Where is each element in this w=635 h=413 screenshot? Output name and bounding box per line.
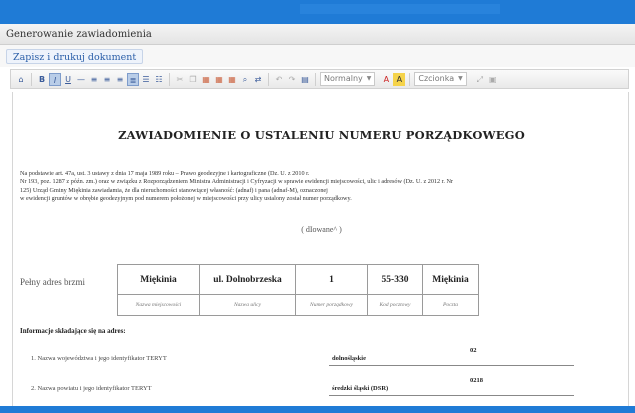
replace-icon[interactable]: ⇄ xyxy=(252,73,264,86)
redo-icon[interactable]: ↷ xyxy=(286,73,298,86)
editor-toolbar: ⌂ B I U — ≡ ≡ ≡ ≣ ☰ ☷ ✂ ❐ ▦ ▦ ▦ ⌕ ⇄ ↶ ↷ … xyxy=(10,69,629,89)
caption-number: Numer porządkowy xyxy=(295,294,368,316)
bg-color-icon[interactable]: A xyxy=(393,72,406,86)
address-table: Miękinia ul. Dolnobrzeska 1 55-330 Mięki… xyxy=(117,264,479,316)
address-cell-post-office: Miękinia xyxy=(422,264,479,295)
address-cell-street: ul. Dolnobrzeska xyxy=(199,264,296,295)
info-row: 2. Nazwa powiatu i jego identyfikator TE… xyxy=(13,377,628,401)
chevron-down-icon: ▼ xyxy=(366,75,372,82)
paste-text-icon[interactable]: ▦ xyxy=(213,73,225,86)
document-editor-area[interactable]: ZAWIADOMIENIE O USTALENIU NUMERU PORZĄDK… xyxy=(12,92,629,413)
paste-icon[interactable]: ▦ xyxy=(200,73,212,86)
toolbar-separator xyxy=(315,72,316,86)
address-cell-locality: Miękinia xyxy=(117,264,200,295)
numbered-list-icon[interactable]: ☰ xyxy=(140,73,152,86)
maximize-icon[interactable]: ⤢ xyxy=(474,73,486,86)
caption-locality: Nazwa miejscowości xyxy=(117,294,200,316)
italic-icon[interactable]: I xyxy=(49,72,61,86)
address-cell-number: 1 xyxy=(295,264,368,295)
legal-line: w ewidencji gruntów w obrębie geodezyjny… xyxy=(20,195,352,203)
font-select-value: Czcionka xyxy=(418,74,455,83)
paste-word-icon[interactable]: ▦ xyxy=(226,73,238,86)
info-row-label: 1. Nazwa województwa i jego identyfikato… xyxy=(31,355,167,362)
bullet-list-icon[interactable]: ☷ xyxy=(153,73,165,86)
toolbar-separator xyxy=(169,72,170,86)
toolbar-separator xyxy=(31,72,32,86)
align-center-icon[interactable]: ≡ xyxy=(101,73,113,86)
save-print-button[interactable]: Zapisz i drukuj dokument xyxy=(6,49,144,64)
align-right-icon[interactable]: ≡ xyxy=(114,73,126,86)
legal-line: Na podstawie art. 47a, ust. 3 ustawy z d… xyxy=(20,170,310,177)
cut-icon[interactable]: ✂ xyxy=(174,73,186,86)
top-accent-bar xyxy=(0,0,635,24)
caption-street: Nazwa ulicy xyxy=(199,294,296,316)
address-captions-row: Nazwa miejscowości Nazwa ulicy Numer por… xyxy=(117,294,479,316)
strike-icon[interactable]: — xyxy=(75,73,87,86)
find-icon[interactable]: ⌕ xyxy=(239,73,251,86)
address-values-row: Miękinia ul. Dolnobrzeska 1 55-330 Mięki… xyxy=(117,264,479,295)
font-select[interactable]: Czcionka ▼ xyxy=(414,72,467,86)
info-row-label: 2. Nazwa powiatu i jego identyfikator TE… xyxy=(31,385,152,392)
info-row-underline xyxy=(329,395,574,396)
bold-icon[interactable]: B xyxy=(36,73,48,86)
toolbar-separator xyxy=(268,72,269,86)
text-color-icon[interactable]: A xyxy=(380,73,392,86)
legal-line: 125) Urząd Gminy Miękinia zawiadamia, że… xyxy=(20,186,328,194)
document-title: ZAWIADOMIENIE O USTALENIU NUMERU PORZĄDK… xyxy=(118,128,525,142)
top-bar-highlight xyxy=(300,4,500,14)
address-info-heading: Informacje składające się na adres: xyxy=(20,327,126,335)
info-row-value: średzki śląski (DSR) xyxy=(332,385,389,392)
format-select[interactable]: Normalny ▼ xyxy=(320,72,376,86)
info-row-code: 0218 xyxy=(470,377,483,384)
full-address-label: Pełny adres brzmi xyxy=(20,277,85,287)
panel-title: Generowanie zawiadomienia xyxy=(0,24,635,45)
blocks-icon[interactable]: ▣ xyxy=(487,73,499,86)
info-row-code: 02 xyxy=(470,347,477,354)
justify-icon[interactable]: ≣ xyxy=(127,72,139,86)
table-icon[interactable]: ▤ xyxy=(299,73,311,86)
format-select-value: Normalny xyxy=(324,74,363,83)
info-row-underline xyxy=(329,365,574,366)
placeholder-text: ( dIowane^ ) xyxy=(301,225,342,234)
legal-line: Nr 193, poz. 1287 z późn. zm.) oraz w zw… xyxy=(20,178,453,186)
toolbar-separator xyxy=(409,72,411,86)
caption-postcode: Kod pocztowy xyxy=(367,294,423,316)
align-left-icon[interactable]: ≡ xyxy=(88,73,100,86)
info-row: 1. Nazwa województwa i jego identyfikato… xyxy=(13,347,628,371)
info-row-value: dolnośląskie xyxy=(332,355,366,362)
underline-icon[interactable]: U xyxy=(62,73,74,86)
chevron-down-icon: ▼ xyxy=(458,75,463,82)
legal-basis-text: Na podstawie art. 47a, ust. 3 ustawy z d… xyxy=(20,170,625,204)
action-row: Zapisz i drukuj dokument xyxy=(0,45,635,67)
caption-post-office: Poczta xyxy=(422,294,479,316)
address-cell-postcode: 55-330 xyxy=(367,264,423,295)
copy-icon[interactable]: ❐ xyxy=(187,73,199,86)
undo-icon[interactable]: ↶ xyxy=(273,73,285,86)
source-icon[interactable]: ⌂ xyxy=(15,73,27,86)
bottom-accent-bar xyxy=(0,406,635,413)
